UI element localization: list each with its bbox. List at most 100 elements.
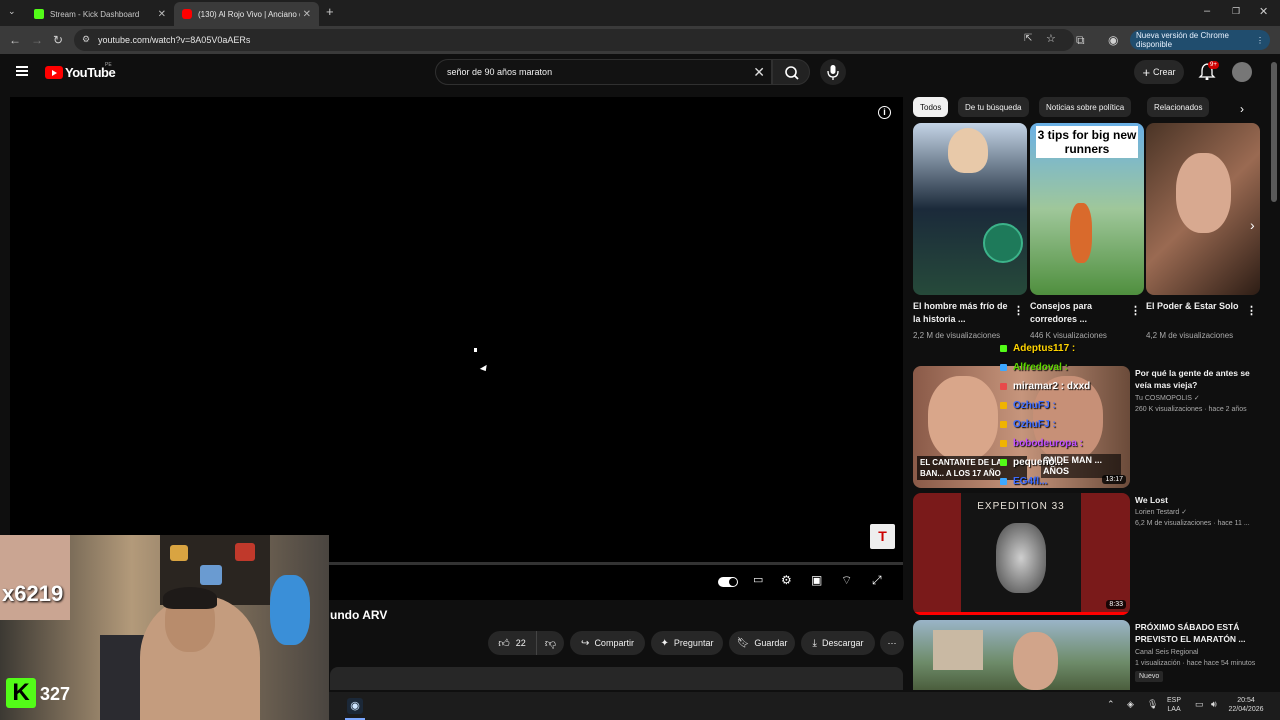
reload-icon[interactable]: ↻: [53, 33, 63, 47]
install-icon[interactable]: ⇱: [1024, 33, 1032, 44]
next-shorts-icon[interactable]: ›: [1250, 217, 1255, 233]
chat-badge-icon: [1000, 478, 1007, 485]
new-tab-icon[interactable]: +: [326, 4, 334, 19]
more-vert-icon[interactable]: ⋮: [1246, 304, 1257, 317]
notification-badge: 9+: [1208, 61, 1219, 69]
more-vert-icon[interactable]: ⋮: [1013, 304, 1024, 317]
tray-app-icon[interactable]: ◈: [1127, 700, 1134, 709]
chat-message: bobodeuropa :: [1000, 434, 1130, 453]
chat-message: OzhuFJ :: [1000, 415, 1130, 434]
extensions-icon[interactable]: ⧉: [1076, 33, 1085, 48]
webcam-face-image: [0, 535, 70, 620]
voice-search-button[interactable]: [820, 59, 846, 85]
close-icon[interactable]: ✕: [158, 9, 166, 20]
short-thumbnail[interactable]: 3 tips for big new runners: [1030, 123, 1144, 295]
dislike-button[interactable]: 👎︎: [536, 631, 564, 655]
url-text[interactable]: youtube.com/watch?v=8A05V0aAERs: [98, 35, 250, 45]
clock[interactable]: 20:54 22/04/2026: [1225, 696, 1267, 714]
account-avatar[interactable]: [1232, 62, 1252, 82]
forward-icon[interactable]: →: [31, 33, 43, 47]
network-icon[interactable]: ▭: [1195, 700, 1204, 709]
chip-politics-news[interactable]: Noticias sobre política: [1039, 97, 1132, 117]
close-icon[interactable]: ✕: [303, 9, 311, 20]
share-button[interactable]: ↪ Compartir: [570, 631, 645, 655]
minimize-icon[interactable]: –: [1204, 5, 1210, 17]
chip-label: Relacionados: [1154, 102, 1203, 112]
microphone-icon: [827, 65, 839, 80]
chip-label: De tu búsqueda: [965, 102, 1022, 112]
video-player[interactable]: i T ▭ ⚙ ▣ ⌔ ⤢: [10, 97, 903, 600]
fullscreen-icon[interactable]: ⤢: [872, 573, 882, 588]
settings-gear-icon[interactable]: ⚙: [781, 573, 792, 587]
lang-layout: LAA: [1167, 706, 1181, 713]
chip-from-search[interactable]: De tu búsqueda: [958, 97, 1029, 117]
maximize-icon[interactable]: ❐: [1232, 6, 1240, 17]
short-thumbnail[interactable]: ›: [1146, 123, 1260, 295]
language-indicator[interactable]: ESP LAA: [1167, 696, 1181, 714]
steam-icon[interactable]: ◉: [347, 698, 363, 714]
related-title[interactable]: We Lost: [1135, 494, 1255, 506]
clear-search-icon[interactable]: ✕: [753, 64, 765, 81]
short-title[interactable]: El hombre más frío de la historia ...: [913, 300, 1011, 326]
create-label: Crear: [1153, 67, 1176, 77]
tab-search-icon[interactable]: ⌄: [8, 6, 16, 17]
tray-chevron-icon[interactable]: ⌃: [1107, 700, 1115, 709]
info-icon[interactable]: i: [878, 106, 891, 119]
window-close-icon[interactable]: ✕: [1259, 5, 1268, 18]
sparkle-icon: ✦: [660, 637, 669, 649]
viewer-count: 327: [40, 684, 71, 704]
miniplayer-icon[interactable]: ▣: [811, 573, 822, 587]
short-title[interactable]: Consejos para corredores ...: [1030, 300, 1128, 326]
more-actions-button[interactable]: ⋯: [880, 631, 904, 655]
chat-text: Alfredoval :: [1013, 362, 1069, 373]
related-title[interactable]: Por qué la gente de antes se veía mas vi…: [1135, 367, 1255, 391]
youtube-header: YouTube PE señor de 90 años maraton ✕ + …: [0, 54, 1280, 94]
verified-icon: ✓: [1181, 509, 1188, 516]
tab-youtube[interactable]: (130) Al Rojo Vivo | Anciano de ✕: [174, 2, 319, 26]
download-button[interactable]: ⤓ Descargar: [801, 631, 875, 655]
subtitles-icon[interactable]: ▭: [753, 573, 763, 586]
related-title[interactable]: PRÓXIMO SÁBADO ESTÁ PREVISTO EL MARATÓN …: [1135, 621, 1255, 645]
site-info-icon[interactable]: ⚙: [82, 34, 90, 45]
tray-mic-icon[interactable]: 🎙︎: [1147, 700, 1158, 709]
back-icon[interactable]: ←: [9, 33, 21, 47]
related-channel[interactable]: Lorien Testard ✓: [1135, 507, 1270, 518]
lang-code: ESP: [1167, 697, 1182, 704]
menu-icon[interactable]: [16, 66, 28, 76]
target-image: [983, 223, 1023, 263]
autoplay-toggle[interactable]: [718, 577, 738, 587]
volume-icon[interactable]: 🔊︎: [1211, 700, 1217, 709]
chip-all[interactable]: Todos: [913, 97, 949, 117]
video-title: undo ARV: [330, 608, 388, 622]
create-button[interactable]: + Crear: [1134, 60, 1184, 84]
related-meta: 6,2 M de visualizaciones · hace 11 ...: [1135, 520, 1250, 527]
page-scrollbar[interactable]: [1271, 62, 1277, 202]
related-thumbnail[interactable]: EXPEDITION 33 8:33: [913, 493, 1130, 615]
related-thumbnail[interactable]: [913, 620, 1130, 690]
search-query: señor de 90 años maraton: [447, 67, 553, 77]
description-box[interactable]: [330, 667, 903, 690]
search-button[interactable]: [772, 59, 810, 85]
channel-name[interactable]: Canal Seis Regional: [1135, 647, 1270, 658]
ask-button[interactable]: ✦ Preguntar: [651, 631, 723, 655]
save-button[interactable]: 🔖︎ Guardar: [729, 631, 795, 655]
short-title[interactable]: El Poder & Estar Solo: [1146, 300, 1244, 313]
chat-badge-icon: [1000, 364, 1007, 371]
short-thumbnail[interactable]: [913, 123, 1027, 295]
chip-related[interactable]: Relacionados: [1147, 97, 1210, 117]
chevron-right-icon[interactable]: ›: [1240, 102, 1244, 116]
like-button[interactable]: 👍︎ 22: [488, 631, 536, 655]
more-vert-icon[interactable]: ⋮: [1130, 304, 1141, 317]
search-input[interactable]: señor de 90 años maraton ✕: [435, 59, 772, 85]
chat-message: OzhuFJ :: [1000, 396, 1130, 415]
related-channel[interactable]: Tu COSMOPOLIS ✓: [1135, 393, 1270, 404]
cast-icon[interactable]: ⌔: [841, 573, 852, 588]
chat-message: miramar2 : dxxd: [1000, 377, 1130, 396]
profile-icon[interactable]: ◉: [1108, 33, 1118, 47]
omnibox[interactable]: ⚙ youtube.com/watch?v=8A05V0aAERs ⇱ ☆: [74, 29, 1074, 51]
bookmark-star-icon[interactable]: ☆: [1046, 32, 1056, 45]
tab-kick-dashboard[interactable]: Stream - Kick Dashboard ✕: [26, 2, 174, 26]
chrome-update-button[interactable]: Nueva versión de Chrome disponible ⋮: [1130, 30, 1270, 50]
webcam-counter: x6219: [2, 581, 64, 606]
new-badge: Nuevo: [1135, 671, 1164, 682]
